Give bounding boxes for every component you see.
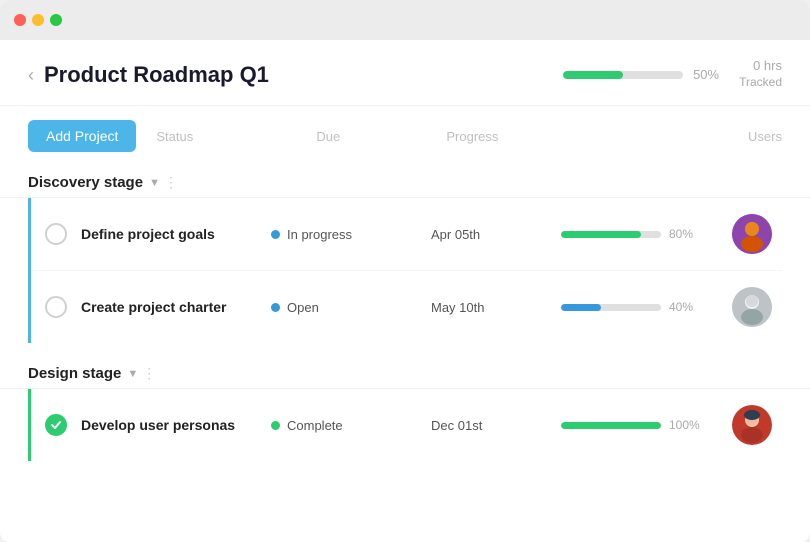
task-status-1: In progress	[271, 227, 431, 242]
status-dot-3	[271, 421, 280, 430]
avatar-3	[732, 405, 772, 445]
task-name-2: Create project charter	[81, 299, 271, 315]
chevron-down-icon-discovery[interactable]: ▼	[149, 177, 160, 189]
task-name-1: Define project goals	[81, 226, 271, 242]
task-checkbox-2[interactable]	[45, 296, 67, 318]
add-project-button[interactable]: Add Project	[28, 120, 136, 152]
task-checkbox-1[interactable]	[45, 223, 67, 245]
avatar-image-3	[732, 405, 772, 445]
avatar-image-1	[732, 214, 772, 254]
status-text-2: Open	[287, 300, 319, 315]
task-progress-fill-1	[561, 231, 641, 238]
header-progress-area: 50%	[563, 67, 719, 82]
chevron-down-icon-design[interactable]: ▼	[127, 368, 138, 380]
minimize-button[interactable]	[32, 14, 44, 26]
stage-header-design: Design stage ▼ ⋮	[0, 351, 810, 388]
task-name-3: Develop user personas	[81, 417, 271, 433]
titlebar	[0, 0, 810, 40]
task-progress-pct-3: 100%	[669, 418, 705, 432]
header-progress-pct: 50%	[693, 67, 719, 82]
task-list-design: Develop user personas Complete Dec 01st …	[28, 389, 782, 461]
task-progress-pct-1: 80%	[669, 227, 705, 241]
task-progress-3: 100%	[561, 418, 721, 432]
avatar-2	[732, 287, 772, 327]
task-progress-fill-2	[561, 304, 601, 311]
col-header-status: Status	[156, 129, 316, 144]
traffic-lights	[14, 14, 62, 26]
maximize-button[interactable]	[50, 14, 62, 26]
task-progress-pct-2: 40%	[669, 300, 705, 314]
col-header-progress: Progress	[446, 129, 606, 144]
task-progress-bar-2	[561, 304, 661, 311]
status-dot-2	[271, 303, 280, 312]
tracked-section: 0 hrs Tracked	[739, 58, 782, 91]
table-row: Develop user personas Complete Dec 01st …	[31, 389, 782, 461]
status-dot-1	[271, 230, 280, 239]
task-due-1: Apr 05th	[431, 227, 561, 242]
task-progress-bar-1	[561, 231, 661, 238]
tracked-hrs: 0 hrs	[739, 58, 782, 73]
task-progress-fill-3	[561, 422, 661, 429]
header-progress-fill	[563, 71, 623, 79]
table-row: Define project goals In progress Apr 05t…	[31, 198, 782, 271]
stage-title-discovery: Discovery stage	[28, 174, 143, 191]
task-status-2: Open	[271, 300, 431, 315]
tracked-label: Tracked	[739, 75, 782, 89]
status-text-1: In progress	[287, 227, 352, 242]
main-content: ‹ Product Roadmap Q1 50% 0 hrs Tracked A…	[0, 40, 810, 542]
page-title: Product Roadmap Q1	[44, 62, 563, 88]
close-button[interactable]	[14, 14, 26, 26]
stage-title-design: Design stage	[28, 365, 121, 382]
task-user-1	[721, 214, 772, 254]
col-header-due: Due	[316, 129, 446, 144]
task-progress-bar-3	[561, 422, 661, 429]
task-due-3: Dec 01st	[431, 418, 561, 433]
status-text-3: Complete	[287, 418, 343, 433]
table-row: Create project charter Open May 10th 40%	[31, 271, 782, 343]
col-headers: Add Project Status Due Progress Users	[0, 106, 810, 160]
back-button[interactable]: ‹	[28, 66, 34, 84]
col-header-labels: Status Due Progress Users	[156, 129, 782, 144]
header-progress-bar	[563, 71, 683, 79]
task-progress-2: 40%	[561, 300, 721, 314]
task-status-3: Complete	[271, 418, 431, 433]
app-window: ‹ Product Roadmap Q1 50% 0 hrs Tracked A…	[0, 0, 810, 542]
checkmark-icon	[50, 419, 62, 431]
task-checkbox-3[interactable]	[45, 414, 67, 436]
stage-header-discovery: Discovery stage ▼ ⋮	[0, 160, 810, 197]
stage-menu-discovery[interactable]: ⋮	[164, 174, 179, 191]
task-due-2: May 10th	[431, 300, 561, 315]
task-user-2	[721, 287, 772, 327]
col-header-users: Users	[606, 129, 782, 144]
task-progress-1: 80%	[561, 227, 721, 241]
avatar-1	[732, 214, 772, 254]
task-list-discovery: Define project goals In progress Apr 05t…	[28, 198, 782, 343]
stage-menu-design[interactable]: ⋮	[142, 365, 157, 382]
avatar-image-2	[732, 287, 772, 327]
page-header: ‹ Product Roadmap Q1 50% 0 hrs Tracked	[0, 40, 810, 106]
task-user-3	[721, 405, 772, 445]
